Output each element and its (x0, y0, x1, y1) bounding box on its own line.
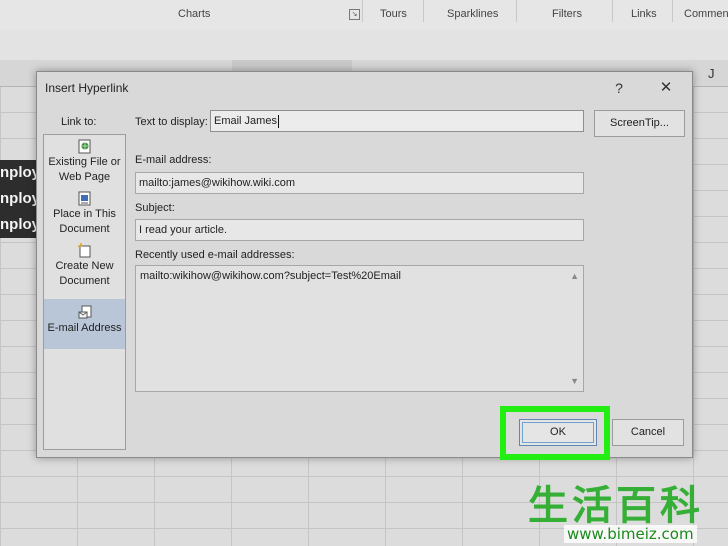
help-button[interactable]: ? (604, 75, 634, 101)
ribbon: Charts ↘ Tours Sparklines Filters Links … (0, 0, 728, 31)
ribbon-separator (672, 0, 673, 22)
recent-address-item[interactable]: mailto:wikihow@wikihow.com?subject=Test%… (140, 270, 401, 282)
ribbon-separator (516, 0, 517, 22)
ribbon-group-comments[interactable]: Commen (684, 8, 728, 20)
watermark: 生活百科 www.bimeiz.com (528, 484, 724, 544)
link-to-place-in-document[interactable]: Place in This Document (44, 191, 125, 239)
ribbon-separator (612, 0, 613, 22)
column-letter-j[interactable]: J (708, 66, 715, 81)
dialog-title: Insert Hyperlink (45, 81, 129, 95)
link-to-item-label: Create New Document (55, 260, 114, 287)
ok-button[interactable]: OK (519, 419, 597, 446)
text-to-display-label: Text to display: (135, 116, 208, 128)
cell-text[interactable]: nploy (0, 212, 40, 238)
scroll-down-icon[interactable]: ▼ (570, 376, 579, 386)
email-address-icon (78, 305, 91, 319)
formula-bar[interactable] (0, 30, 728, 61)
link-to-pane: Existing File or Web Page Place in This … (43, 134, 126, 450)
text-to-display-value: Email James (214, 115, 277, 127)
ribbon-group-links[interactable]: Links (631, 8, 657, 20)
existing-file-icon (78, 139, 90, 154)
place-in-document-icon (78, 191, 90, 206)
link-to-existing-file[interactable]: Existing File or Web Page (44, 139, 125, 187)
close-button[interactable]: ✕ (651, 75, 681, 101)
create-new-document-icon (77, 243, 90, 258)
ribbon-group-tours[interactable]: Tours (380, 8, 407, 20)
selected-cells[interactable]: nploy nploy nploy (0, 160, 40, 238)
scroll-up-icon[interactable]: ▲ (570, 271, 579, 281)
ribbon-group-sparklines[interactable]: Sparklines (447, 8, 498, 20)
email-address-label: E-mail address: (135, 154, 212, 166)
recent-addresses-list[interactable]: mailto:wikihow@wikihow.com?subject=Test%… (135, 265, 584, 392)
email-address-input[interactable]: mailto:james@wikihow.wiki.com (135, 172, 584, 194)
cell-text[interactable]: nploy (0, 186, 40, 212)
link-to-item-label: E-mail Address (47, 322, 122, 334)
watermark-url: www.bimeiz.com (564, 525, 697, 543)
link-to-item-label: Existing File or Web Page (48, 156, 121, 183)
watermark-chinese-text: 生活百科 (528, 483, 704, 529)
ribbon-group-charts[interactable]: Charts (178, 8, 210, 20)
text-to-display-input[interactable]: Email James (210, 110, 584, 132)
cell-text[interactable]: nploy (0, 160, 40, 186)
link-to-create-new-document[interactable]: Create New Document (44, 243, 125, 291)
ribbon-group-filters[interactable]: Filters (552, 8, 582, 20)
link-to-email-address[interactable]: E-mail Address (44, 299, 125, 349)
link-to-label: Link to: (61, 116, 97, 128)
recent-addresses-label: Recently used e-mail addresses: (135, 249, 295, 261)
charts-dialog-launcher-icon[interactable]: ↘ (349, 9, 360, 20)
link-to-item-label: Place in This Document (53, 208, 116, 235)
subject-input[interactable]: I read your article. (135, 219, 584, 241)
ribbon-separator (362, 0, 363, 22)
subject-label: Subject: (135, 202, 175, 214)
text-caret (277, 114, 279, 128)
ribbon-separator (423, 0, 424, 22)
insert-hyperlink-dialog: Insert Hyperlink ? ✕ Link to: Existing F… (36, 71, 693, 460)
cancel-button[interactable]: Cancel (612, 419, 684, 446)
screentip-button[interactable]: ScreenTip... (594, 110, 685, 137)
